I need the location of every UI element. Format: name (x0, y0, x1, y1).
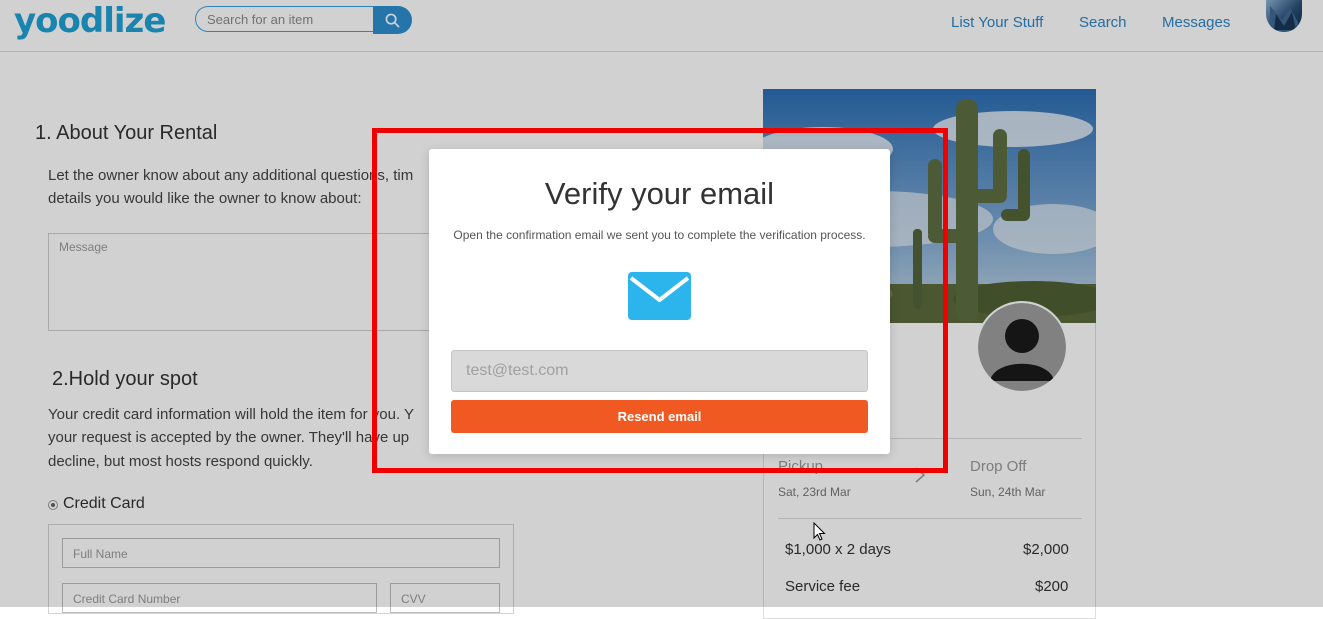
cursor-icon (813, 522, 826, 541)
highlight-box (372, 128, 948, 473)
